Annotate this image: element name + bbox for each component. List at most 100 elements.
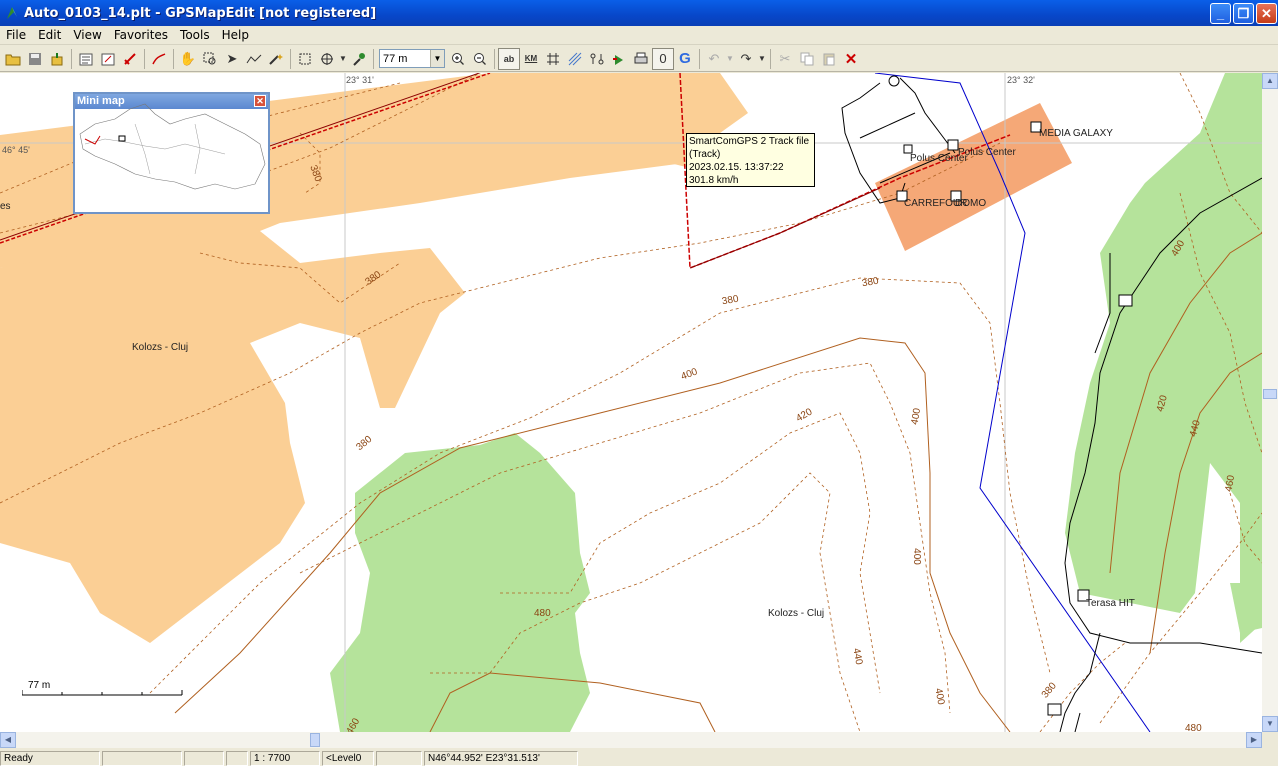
road-junction (888, 75, 900, 87)
hand-icon[interactable]: ✋ (177, 48, 199, 70)
hatch-icon[interactable] (564, 48, 586, 70)
grid-label-lon2: 23° 32' (1007, 75, 1035, 85)
tooltip-line: (Track) (689, 149, 721, 160)
scroll-down-icon[interactable]: ▼ (1262, 716, 1278, 732)
toolbar-separator (173, 48, 174, 69)
waypoints-icon[interactable] (586, 48, 608, 70)
poi-label-terasa: Terasa HIT (1086, 598, 1135, 609)
window-title: Auto_0103_14.plt - GPSMapEdit [not regis… (24, 5, 377, 21)
toolbar: ✋ ➤ ▼ 77 m ▼ ab KM 0 G ↶ ▼ ↷ ▼ ✂ ✕ (0, 46, 1278, 72)
undo-icon[interactable]: ↶ (703, 48, 725, 70)
vertical-scroll-thumb[interactable] (1263, 389, 1277, 399)
toolbar-separator (71, 48, 72, 69)
tooltip-line: SmartComGPS 2 Track file (689, 136, 810, 147)
grid-label-lat1: 46° 45' (2, 145, 30, 155)
magic-icon[interactable] (265, 48, 287, 70)
crop-icon[interactable] (294, 48, 316, 70)
vertical-scrollbar[interactable]: ▲ ▼ (1262, 73, 1278, 732)
map-canvas[interactable]: 23° 31' 23° 32' 46° 45' es Kolozs - Cluj… (0, 73, 1262, 732)
city-label: Kolozs - Cluj (768, 608, 825, 619)
google-icon[interactable]: G (674, 48, 696, 70)
toolbar-separator (494, 48, 495, 69)
chevron-down-icon[interactable]: ▼ (757, 48, 767, 70)
poi-label-media-galaxy: MEDIA GALAXY (1039, 128, 1113, 139)
status-pane-empty (226, 750, 248, 766)
scroll-left-icon[interactable]: ◀ (0, 732, 16, 748)
open-icon[interactable] (2, 48, 24, 70)
chevron-down-icon[interactable]: ▼ (338, 48, 348, 70)
tooltip-line: 301.8 km/h (689, 175, 739, 186)
menu-favorites[interactable]: Favorites (108, 28, 174, 42)
forest-area (1065, 73, 1262, 643)
properties-icon[interactable] (75, 48, 97, 70)
toolbar-separator (699, 48, 700, 69)
track-icon[interactable] (148, 48, 170, 70)
zoom-value: 77 m (383, 52, 408, 65)
poi-label-domo: DOMO (955, 198, 987, 209)
redo-icon[interactable]: ↷ (735, 48, 757, 70)
cut-icon[interactable]: ✂ (774, 48, 796, 70)
menu-edit[interactable]: Edit (32, 28, 67, 42)
status-text: Ready (0, 750, 100, 766)
status-level: <Level0 (322, 750, 374, 766)
copy-icon[interactable] (796, 48, 818, 70)
labels-toggle[interactable]: ab (498, 47, 520, 70)
app-icon (7, 7, 17, 19)
save-icon[interactable] (24, 48, 46, 70)
zoom-out-icon[interactable] (469, 48, 491, 70)
export-icon[interactable] (46, 48, 68, 70)
place-label-edge: es (0, 201, 11, 212)
paste-icon[interactable] (818, 48, 840, 70)
attach-icon[interactable]: 0 (652, 47, 674, 70)
status-pane-empty (376, 750, 422, 766)
close-button[interactable]: ✕ (1256, 3, 1277, 24)
toolbar-separator (770, 48, 771, 69)
mini-map-thumbnail[interactable] (75, 94, 268, 197)
minimize-button[interactable]: _ (1210, 3, 1231, 24)
status-pane-empty (102, 750, 182, 766)
print-icon[interactable] (630, 48, 652, 70)
grid-label-lon1: 23° 31' (346, 75, 374, 85)
status-coordinates: N46°44.952' E23°31.513' (424, 750, 578, 766)
status-pane-empty (184, 750, 224, 766)
status-bar: Ready 1 : 7700 <Level0 N46°44.952' E23°3… (0, 750, 1278, 766)
gpsbabel-icon[interactable] (119, 48, 141, 70)
menu-view[interactable]: View (67, 28, 107, 42)
contour-label: 480 (534, 608, 551, 619)
tooltip-line: 2023.02.15. 13:37:22 (689, 162, 784, 173)
forest-area (1230, 583, 1262, 633)
node-icon[interactable] (316, 48, 338, 70)
scroll-right-icon[interactable]: ▶ (1246, 732, 1262, 748)
status-scale: 1 : 7700 (250, 750, 320, 766)
contour-label: 400 (910, 548, 922, 565)
horizontal-scrollbar[interactable]: ◀ ▶ (0, 732, 1262, 748)
horizontal-scroll-thumb[interactable] (310, 733, 320, 747)
km-toggle[interactable]: KM (520, 48, 542, 70)
transform-icon[interactable] (97, 48, 119, 70)
maximize-button[interactable]: ❐ (1233, 3, 1254, 24)
mini-map-window[interactable]: Mini map ✕ (73, 92, 270, 214)
poi-label-polus: Polus Center (958, 147, 1016, 158)
zoom-combo[interactable]: 77 m ▼ (379, 49, 445, 68)
select-icon[interactable]: ➤ (221, 48, 243, 70)
menu-bar: File Edit View Favorites Tools Help (0, 26, 1278, 45)
menu-file[interactable]: File (0, 28, 32, 42)
city-label: Kolozs - Cluj (132, 342, 189, 353)
toolbar-separator (144, 48, 145, 69)
menu-help[interactable]: Help (216, 28, 255, 42)
polyline-icon[interactable] (243, 48, 265, 70)
chevron-down-icon[interactable]: ▼ (430, 50, 444, 67)
zoom-rect-icon[interactable] (199, 48, 221, 70)
gps-icon[interactable] (608, 48, 630, 70)
delete-icon[interactable]: ✕ (840, 48, 862, 70)
zoom-in-icon[interactable] (447, 48, 469, 70)
grid-icon[interactable] (542, 48, 564, 70)
scroll-up-icon[interactable]: ▲ (1262, 73, 1278, 89)
scale-ticks (22, 690, 183, 696)
contour-label: 480 (1185, 723, 1202, 732)
menu-tools[interactable]: Tools (174, 28, 216, 42)
forest-area (330, 433, 590, 732)
pin-icon[interactable] (348, 48, 370, 70)
title-bar: Auto_0103_14.plt - GPSMapEdit [not regis… (0, 0, 1278, 26)
chevron-down-icon[interactable]: ▼ (725, 48, 735, 70)
